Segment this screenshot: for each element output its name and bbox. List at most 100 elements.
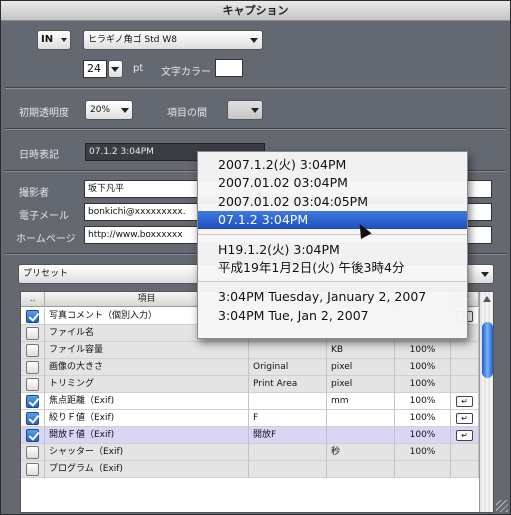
menu-item[interactable]: 2007.1.2(火) 3:04PM bbox=[198, 156, 467, 174]
menu-separator bbox=[198, 281, 467, 283]
row-checkbox[interactable] bbox=[26, 344, 39, 357]
cell-check bbox=[21, 427, 45, 444]
spacing-label: 項目の間 bbox=[167, 108, 207, 119]
cell-suffix[interactable] bbox=[327, 427, 395, 444]
row-checkbox[interactable] bbox=[26, 327, 39, 340]
menu-item[interactable]: 2007.01.02 03:04:05PM bbox=[198, 193, 467, 211]
row-checkbox[interactable] bbox=[26, 395, 39, 408]
cell-suffix[interactable]: KB bbox=[327, 342, 395, 359]
font-select[interactable]: ヒラギノ角ゴ Std W8 bbox=[83, 30, 263, 50]
column-header-check[interactable]: .. bbox=[21, 292, 45, 307]
opacity-label: 初期透明度 bbox=[19, 108, 69, 119]
table-row[interactable]: トリミング Print Area pixel 100% bbox=[21, 376, 479, 393]
divider bbox=[5, 87, 506, 89]
email-label: 電子メール bbox=[19, 211, 69, 222]
position-button[interactable]: IN bbox=[37, 30, 71, 50]
row-checkbox[interactable] bbox=[26, 310, 39, 323]
cell-prefix[interactable] bbox=[249, 461, 327, 478]
opacity-select[interactable]: 20% bbox=[85, 100, 133, 120]
cell-item: 開放Ｆ値（Exif) bbox=[45, 427, 249, 444]
cell-check bbox=[21, 359, 45, 376]
table-row[interactable]: 画像の大きさ Original pixel 100% bbox=[21, 359, 479, 376]
cell-prefix[interactable]: Print Area bbox=[249, 376, 327, 393]
divider bbox=[5, 128, 506, 130]
font-size-menu-button[interactable] bbox=[108, 60, 123, 78]
menu-item[interactable]: 2007.01.02 03:04PM bbox=[198, 174, 467, 192]
vertical-scrollbar[interactable] bbox=[479, 292, 493, 512]
table-row[interactable]: シャッター（Exif) 秒 100% bbox=[21, 444, 479, 461]
cell-suffix[interactable] bbox=[327, 410, 395, 427]
cell-size[interactable]: 100% bbox=[395, 342, 451, 359]
cell-check bbox=[21, 342, 45, 359]
cell-suffix[interactable]: mm bbox=[327, 393, 395, 410]
line-break-icon[interactable]: ↵ bbox=[456, 396, 473, 407]
table-row[interactable]: 開放Ｆ値（Exif) 開放F 100% ↵ bbox=[21, 427, 479, 444]
cell-suffix[interactable]: pixel bbox=[327, 359, 395, 376]
scroll-thumb[interactable] bbox=[482, 322, 493, 378]
row-checkbox[interactable] bbox=[26, 429, 39, 442]
font-size-input[interactable]: 24 bbox=[83, 60, 107, 78]
caption-window: キャプション IN ヒラギノ角ゴ Std W8 24 pt 文字カラー 初期透明… bbox=[0, 0, 511, 515]
table-row[interactable]: 絞りＦ値（Exif) F 100% ↵ bbox=[21, 410, 479, 427]
spacing-select[interactable] bbox=[227, 100, 263, 120]
cell-suffix[interactable]: pixel bbox=[327, 376, 395, 393]
table-row[interactable]: 焦点距離（Exif) mm 100% ↵ bbox=[21, 393, 479, 410]
cell-item: シャッター（Exif) bbox=[45, 444, 249, 461]
cell-prefix[interactable] bbox=[249, 393, 327, 410]
menu-item[interactable]: 平成19年1月2日(火) 午後3時4分 bbox=[198, 259, 467, 277]
menu-item[interactable]: 3:04PM Tue, Jan 2, 2007 bbox=[198, 307, 467, 325]
text-color-label: 文字カラー bbox=[161, 67, 211, 78]
cell-size[interactable]: 100% bbox=[395, 444, 451, 461]
cell-prefix[interactable]: Original bbox=[249, 359, 327, 376]
cell-check bbox=[21, 325, 45, 342]
font-select-value: ヒラギノ角ゴ Std W8 bbox=[88, 35, 177, 45]
cell-item: 焦点距離（Exif) bbox=[45, 393, 249, 410]
chevron-down-icon bbox=[251, 108, 259, 113]
chevron-down-icon bbox=[61, 38, 67, 42]
homepage-label: ホームページ bbox=[16, 234, 76, 245]
photographer-label: 撮影者 bbox=[19, 188, 49, 199]
cell-prefix[interactable] bbox=[249, 444, 327, 461]
chevron-down-icon bbox=[111, 67, 119, 72]
line-break-icon[interactable]: ↵ bbox=[456, 413, 473, 424]
cell-line: ↵ bbox=[451, 393, 479, 410]
row-checkbox[interactable] bbox=[26, 412, 39, 425]
cell-line bbox=[451, 342, 479, 359]
table-row[interactable]: ファイル容量 KB 100% bbox=[21, 342, 479, 359]
scroll-up-arrow-icon[interactable] bbox=[483, 296, 491, 302]
menu-item[interactable]: H19.1.2(火) 3:04PM bbox=[198, 241, 467, 259]
cell-size[interactable]: 100% bbox=[395, 410, 451, 427]
cell-prefix[interactable]: 開放F bbox=[249, 427, 327, 444]
menu-item[interactable]: 3:04PM Tuesday, January 2, 2007 bbox=[198, 288, 467, 306]
cell-size[interactable]: 100% bbox=[395, 359, 451, 376]
cell-check bbox=[21, 393, 45, 410]
cell-item: トリミング bbox=[45, 376, 249, 393]
cell-size[interactable]: 100% bbox=[395, 427, 451, 444]
cell-line bbox=[451, 359, 479, 376]
cell-prefix[interactable]: F bbox=[249, 410, 327, 427]
cell-suffix[interactable]: 秒 bbox=[327, 444, 395, 461]
chevron-down-icon bbox=[481, 272, 489, 277]
cell-check bbox=[21, 410, 45, 427]
cell-item: 画像の大きさ bbox=[45, 359, 249, 376]
text-color-swatch[interactable] bbox=[215, 59, 243, 77]
row-checkbox[interactable] bbox=[26, 378, 39, 391]
line-break-icon[interactable]: ↵ bbox=[456, 430, 473, 441]
cell-line bbox=[451, 376, 479, 393]
cell-size[interactable] bbox=[395, 461, 451, 478]
cell-line: ↵ bbox=[451, 410, 479, 427]
cell-line: ↵ bbox=[451, 427, 479, 444]
cell-prefix[interactable] bbox=[249, 342, 327, 359]
cell-size[interactable]: 100% bbox=[395, 376, 451, 393]
row-checkbox[interactable] bbox=[26, 361, 39, 374]
cell-check bbox=[21, 308, 45, 325]
row-checkbox[interactable] bbox=[26, 463, 39, 476]
cell-suffix[interactable] bbox=[327, 461, 395, 478]
row-checkbox[interactable] bbox=[26, 446, 39, 459]
menu-item[interactable]: 07.1.2 3:04PM bbox=[198, 211, 467, 230]
cell-line bbox=[451, 444, 479, 461]
cell-check bbox=[21, 461, 45, 478]
cell-size[interactable]: 100% bbox=[395, 393, 451, 410]
table-row[interactable]: プログラム（Exif) bbox=[21, 461, 479, 478]
resize-grip-icon[interactable] bbox=[496, 500, 508, 512]
